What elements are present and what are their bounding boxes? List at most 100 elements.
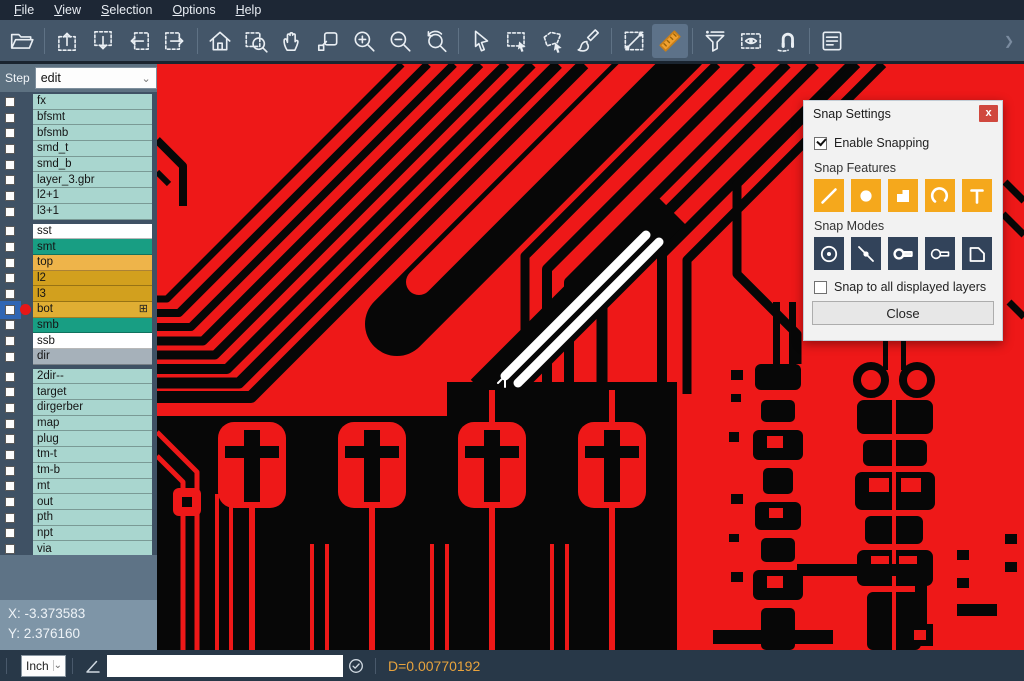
snap-feature-arc-button[interactable] [925,179,955,212]
dialog-close-action-button[interactable]: Close [812,301,994,325]
zoom-previous-button[interactable] [418,24,454,58]
view-region-button[interactable] [733,24,769,58]
menu-help[interactable]: Help [226,0,272,20]
layer-row-target[interactable]: target [0,384,157,400]
layer-visibility-checkbox[interactable] [0,125,20,141]
menu-options[interactable]: Options [162,0,225,20]
layer-visibility-checkbox[interactable] [0,239,20,255]
move-down-button[interactable] [85,24,121,58]
snap-mode-midpoint-button[interactable] [851,237,881,270]
snap-feature-line-button[interactable] [814,179,844,212]
layer-visibility-checkbox[interactable] [0,188,20,204]
layer-visibility-checkbox[interactable] [0,255,20,271]
select-rectangle-button[interactable] [499,24,535,58]
layer-row-out[interactable]: out [0,494,157,510]
layer-visibility-checkbox[interactable] [0,286,20,302]
layer-visibility-checkbox[interactable] [0,494,20,510]
layer-row-dirgerber[interactable]: dirgerber [0,400,157,416]
layer-visibility-checkbox[interactable] [0,157,20,173]
layer-row-bot[interactable]: bot⊞ [0,302,157,318]
layer-row-dir[interactable]: dir [0,349,157,365]
layer-visibility-checkbox[interactable] [0,400,20,416]
snap-all-layers-checkbox[interactable] [814,281,827,294]
pan-hand-button[interactable] [274,24,310,58]
layer-row-tm-t[interactable]: tm-t [0,447,157,463]
select-pointer-button[interactable] [463,24,499,58]
command-input[interactable] [107,655,343,677]
layer-visibility-checkbox[interactable] [0,94,20,110]
transform-move-button[interactable] [310,24,346,58]
move-left-button[interactable] [121,24,157,58]
layer-visibility-checkbox[interactable] [0,141,20,157]
layer-row-map[interactable]: map [0,416,157,432]
layer-visibility-checkbox[interactable] [0,510,20,526]
layer-visibility-checkbox[interactable] [0,333,20,349]
snap-feature-text-button[interactable] [962,179,992,212]
select-polygon-button[interactable] [535,24,571,58]
zoom-in-button[interactable] [346,24,382,58]
layer-visibility-checkbox[interactable] [0,349,20,365]
layer-row-top[interactable]: top [0,255,157,271]
menu-view[interactable]: View [44,0,91,20]
snap-mode-corner-button[interactable] [962,237,992,270]
layer-row-ssb[interactable]: ssb [0,333,157,349]
layer-row-fx[interactable]: fx [0,94,157,110]
layer-visibility-checkbox[interactable] [0,479,20,495]
dialog-close-button[interactable]: x [979,105,998,122]
snap-mode-center-button[interactable] [814,237,844,270]
layer-visibility-checkbox[interactable] [0,447,20,463]
layer-visibility-checkbox[interactable] [0,416,20,432]
layer-visibility-checkbox[interactable] [0,224,20,240]
snap-mode-feature-outline-button[interactable] [925,237,955,270]
layer-row-npt[interactable]: npt [0,526,157,542]
layer-row-l3[interactable]: l3 [0,286,157,302]
snap-mode-entire-feature-button[interactable] [888,237,918,270]
menu-selection[interactable]: Selection [91,0,162,20]
open-file-button[interactable] [4,24,40,58]
layer-row-l2[interactable]: l2 [0,271,157,287]
layer-row-smb[interactable]: smb [0,318,157,334]
filter-button[interactable] [697,24,733,58]
layer-row-sst[interactable]: sst [0,224,157,240]
layer-row-pth[interactable]: pth [0,510,157,526]
layer-visibility-checkbox[interactable] [0,384,20,400]
layer-row-smd_b[interactable]: smd_b [0,157,157,173]
apply-check-icon[interactable] [347,657,365,675]
layer-row-tm-b[interactable]: tm-b [0,463,157,479]
layer-row-smd_t[interactable]: smd_t [0,141,157,157]
layer-visibility-checkbox[interactable] [0,526,20,542]
layer-row-bfsmb[interactable]: bfsmb [0,125,157,141]
zoom-out-button[interactable] [382,24,418,58]
layer-row-smt[interactable]: smt [0,239,157,255]
move-right-button[interactable] [157,24,193,58]
menu-file[interactable]: File [4,0,44,20]
measure-line-button[interactable] [616,24,652,58]
layer-visibility-checkbox[interactable] [0,172,20,188]
layer-visibility-checkbox[interactable] [0,431,20,447]
layers-panel-button[interactable] [814,24,850,58]
layer-row-plug[interactable]: plug [0,431,157,447]
unit-dropdown[interactable]: Inch ⌄ [21,655,66,677]
layer-row-l3+1[interactable]: l3+1 [0,204,157,220]
brush-select-button[interactable] [571,24,607,58]
layer-row-l2+1[interactable]: l2+1 [0,188,157,204]
toolbar-overflow-chevron[interactable]: ❯ [1004,34,1020,48]
ruler-button[interactable] [652,24,688,58]
layer-visibility-checkbox[interactable] [0,463,20,479]
layer-visibility-checkbox[interactable] [0,318,20,334]
layer-row-mt[interactable]: mt [0,479,157,495]
zoom-window-button[interactable] [238,24,274,58]
home-view-button[interactable] [202,24,238,58]
layer-row-2dir--[interactable]: 2dir-- [0,369,157,385]
layer-visibility-checkbox[interactable] [0,369,20,385]
snap-feature-pad-button[interactable] [851,179,881,212]
step-dropdown[interactable]: edit ⌄ [35,67,157,89]
layer-visibility-checkbox[interactable] [0,271,20,287]
move-up-button[interactable] [49,24,85,58]
snap-magnet-button[interactable] [769,24,805,58]
angle-measure-icon[interactable] [83,656,103,676]
layer-visibility-checkbox[interactable] [0,110,20,126]
enable-snapping-checkbox[interactable] [814,137,827,150]
layer-visibility-checkbox[interactable] [0,302,20,318]
layer-row-layer_3.gbr[interactable]: layer_3.gbr [0,172,157,188]
